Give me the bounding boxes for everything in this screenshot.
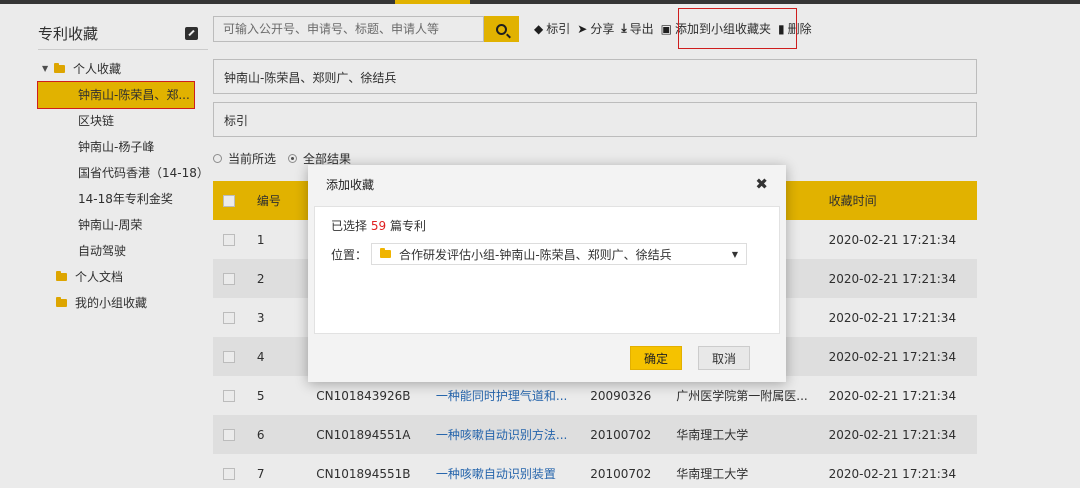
- selected-count-line: 已选择 59 篇专利: [331, 217, 763, 234]
- close-icon[interactable]: ✖: [755, 175, 768, 193]
- add-favorite-dialog: 添加收藏 ✖ 已选择 59 篇专利 位置： 合作研发评估小组-钟南山-陈荣昌、郑…: [308, 165, 786, 382]
- dialog-body: 已选择 59 篇专利 位置： 合作研发评估小组-钟南山-陈荣昌、郑则广、徐结兵 …: [314, 206, 780, 334]
- chevron-down-icon: ▼: [731, 249, 739, 259]
- selected-suffix: 篇专利: [389, 219, 426, 233]
- cancel-button[interactable]: 取消: [698, 346, 750, 370]
- location-select[interactable]: 合作研发评估小组-钟南山-陈荣昌、郑则广、徐结兵 ▼: [371, 243, 748, 265]
- selected-count: 59: [370, 219, 387, 233]
- location-line: 位置： 合作研发评估小组-钟南山-陈荣昌、郑则广、徐结兵 ▼: [331, 243, 763, 265]
- location-label: 位置：: [331, 247, 368, 262]
- selected-prefix: 已选择: [331, 219, 368, 233]
- location-value: 合作研发评估小组-钟南山-陈荣昌、郑则广、徐结兵: [399, 247, 672, 262]
- confirm-button[interactable]: 确定: [630, 346, 682, 370]
- location-value-wrap: 合作研发评估小组-钟南山-陈荣昌、郑则广、徐结兵: [380, 246, 672, 263]
- dialog-title: 添加收藏: [326, 177, 375, 192]
- dialog-header: 添加收藏 ✖: [308, 165, 786, 203]
- folder-icon: [380, 248, 392, 258]
- dialog-footer: 确定 取消: [614, 346, 750, 370]
